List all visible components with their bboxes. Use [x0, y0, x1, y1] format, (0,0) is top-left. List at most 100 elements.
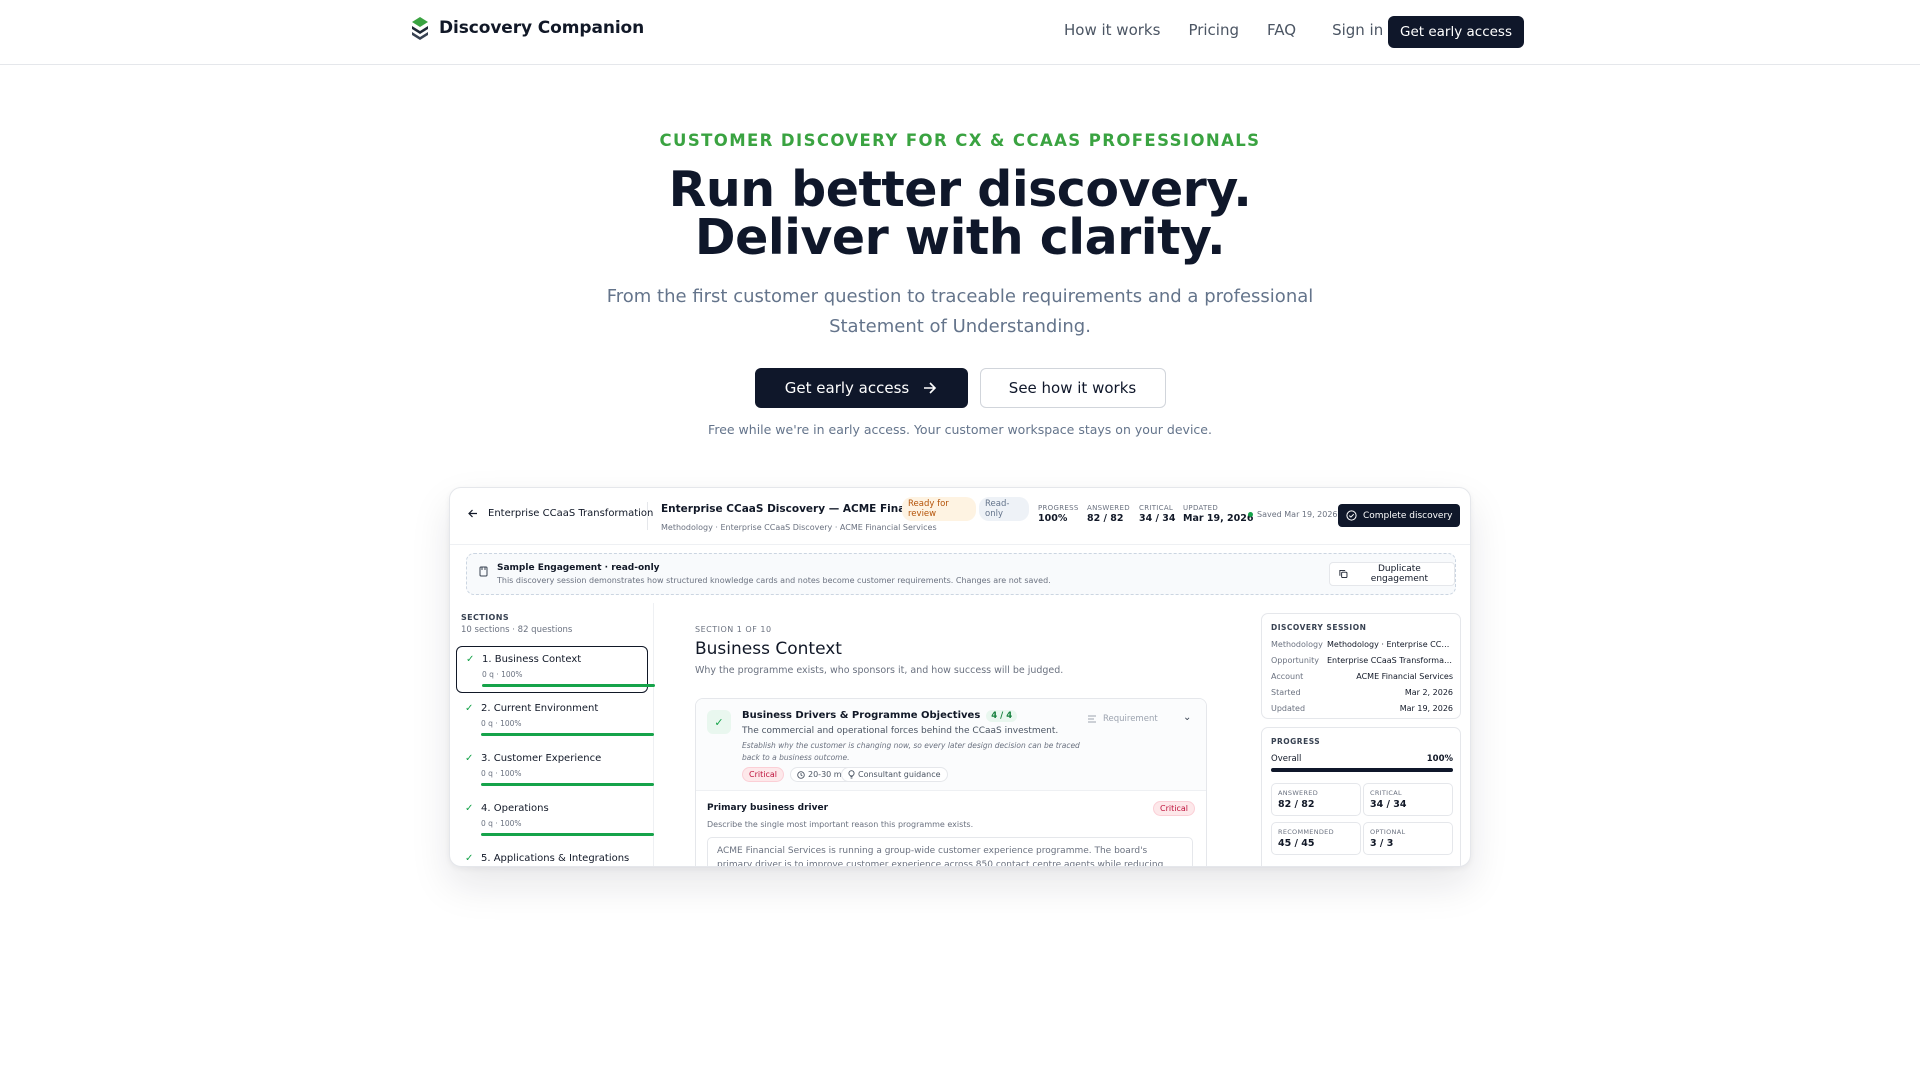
- back-label: Enterprise CCaaS Transformation: [488, 508, 654, 519]
- stat-progress: PROGRESS 100%: [1038, 504, 1079, 524]
- chevron-down-icon[interactable]: ⌄: [1183, 712, 1191, 723]
- row-value: Methodology · Enterprise CCaaS Discovery: [1327, 640, 1453, 649]
- tile-optional: OPTIONAL 3 / 3: [1363, 822, 1453, 855]
- tile-label: RECOMMENDED: [1278, 828, 1334, 836]
- section-progress-bar: [481, 833, 654, 836]
- section-name: 1. Business Context: [482, 654, 582, 665]
- discovery-session-heading: DISCOVERY SESSION: [1271, 623, 1367, 632]
- section-meta: 0 q · 100%: [481, 719, 522, 728]
- hero-headline: Run better discovery. Deliver with clari…: [0, 165, 1920, 262]
- tile-value: 3 / 3: [1370, 838, 1394, 849]
- nav-links: How it works Pricing FAQ Sign in: [1064, 21, 1405, 39]
- section-progress-bar: [481, 783, 654, 786]
- overall-progress-bar: [1271, 768, 1453, 772]
- stat-updated: UPDATED Mar 19, 2026: [1183, 504, 1253, 524]
- section-name: 5. Applications & Integrations: [481, 853, 630, 864]
- tile-label: OPTIONAL: [1370, 828, 1406, 836]
- read-only-pill: Read-only: [979, 497, 1029, 521]
- row-value: Enterprise CCaaS Transformation: [1327, 656, 1453, 665]
- section-description: Why the programme exists, who sponsors i…: [695, 665, 1064, 676]
- saved-indicator: Saved Mar 19, 2026: [1248, 510, 1338, 519]
- copy-icon: [1339, 570, 1348, 578]
- check-icon: ✓: [465, 803, 474, 814]
- complete-discovery-button[interactable]: Complete discovery: [1338, 504, 1461, 527]
- sidebar-item-current-environment[interactable]: ✓ 2. Current Environment 0 q · 100%: [456, 696, 654, 743]
- check-icon: ✓: [466, 654, 475, 665]
- knowledge-card: ✓ Business Drivers & Programme Objective…: [695, 698, 1207, 866]
- tile-label: CRITICAL: [1370, 789, 1402, 797]
- requirement-label: Requirement: [1103, 714, 1158, 724]
- nav-get-early-access-button[interactable]: Get early access: [1388, 16, 1525, 48]
- duplicate-engagement-button[interactable]: Duplicate engagement: [1329, 562, 1455, 586]
- session-subtitle: Methodology · Enterprise CCaaS Discovery…: [661, 523, 937, 532]
- sidebar-item-business-context[interactable]: ✓ 1. Business Context 0 q · 100%: [456, 646, 655, 693]
- section-progress-bar: [481, 733, 654, 736]
- nav-link-how-it-works[interactable]: How it works: [1064, 21, 1160, 39]
- stat-label: CRITICAL: [1139, 504, 1174, 512]
- session-row-opportunity: Opportunity Enterprise CCaaS Transformati…: [1271, 656, 1453, 665]
- tile-value: 34 / 34: [1370, 799, 1407, 810]
- section-name: 4. Operations: [481, 803, 549, 814]
- row-key: Updated: [1271, 704, 1306, 713]
- question-answer-field[interactable]: ACME Financial Services is running a gro…: [707, 837, 1193, 866]
- hero-eyebrow: CUSTOMER DISCOVERY FOR CX & CCAAS PROFES…: [659, 131, 1261, 150]
- saved-text: Saved Mar 19, 2026: [1257, 510, 1338, 519]
- progress-heading: PROGRESS: [1271, 737, 1321, 746]
- app-preview-window: Enterprise CCaaS Transformation Enterpri…: [449, 487, 1471, 867]
- nav-link-pricing[interactable]: Pricing: [1188, 21, 1239, 39]
- sections-heading: SECTIONS: [461, 613, 509, 622]
- knowledge-card-description: The commercial and operational forces be…: [742, 726, 1059, 736]
- stat-label: ANSWERED: [1087, 504, 1130, 512]
- consultant-guidance-tag[interactable]: Consultant guidance: [841, 767, 948, 782]
- sidebar-item-operations[interactable]: ✓ 4. Operations 0 q · 100%: [456, 796, 654, 843]
- check-circle-icon: [1346, 510, 1357, 521]
- overall-value: 100%: [1426, 754, 1453, 764]
- back-to-engagement-link[interactable]: Enterprise CCaaS Transformation: [468, 508, 653, 519]
- knowledge-card-header[interactable]: ✓ Business Drivers & Programme Objective…: [696, 699, 1206, 791]
- session-row-account: Account ACME Financial Services: [1271, 672, 1453, 681]
- tile-critical: CRITICAL 34 / 34: [1363, 783, 1453, 816]
- session-row-updated: Updated Mar 19, 2026: [1271, 704, 1453, 713]
- stat-value: 82 / 82: [1087, 513, 1124, 524]
- hero-primary-cta-label: Get early access: [784, 379, 910, 397]
- check-icon: ✓: [465, 753, 474, 764]
- overall-progress-row: Overall 100%: [1271, 754, 1453, 764]
- status-pill-ready-for-review: Ready for review: [902, 497, 976, 521]
- requirement-toggle[interactable]: Requirement: [1087, 714, 1158, 724]
- see-how-it-works-button[interactable]: See how it works: [979, 368, 1166, 408]
- brand-home-link[interactable]: Discovery Companion: [411, 16, 644, 40]
- saved-dot-icon: [1248, 512, 1253, 517]
- knowledge-card-title: Business Drivers & Programme Objectives 4…: [742, 710, 1018, 722]
- nav-link-faq[interactable]: FAQ: [1267, 21, 1296, 39]
- sections-sidebar: SECTIONS 10 sections · 82 questions ✓ 1.…: [450, 603, 655, 866]
- headline-line-2: Deliver with clarity.: [694, 209, 1226, 266]
- check-icon: ✓: [465, 703, 474, 714]
- stat-value: Mar 19, 2026: [1183, 513, 1254, 524]
- row-value: Mar 2, 2026: [1404, 688, 1453, 697]
- section-main-content: SECTION 1 OF 10 Business Context Why the…: [655, 603, 1247, 866]
- row-key: Account: [1271, 672, 1304, 681]
- critical-tag: Critical: [742, 767, 784, 782]
- tile-value: 82 / 82: [1278, 799, 1315, 810]
- top-navigation: Discovery Companion How it works Pricing…: [0, 0, 1920, 65]
- sidebar-item-customer-experience[interactable]: ✓ 3. Customer Experience 0 q · 100%: [456, 746, 654, 793]
- stat-answered: ANSWERED 82 / 82: [1087, 504, 1130, 524]
- hero-subheadline: From the first customer question to trac…: [606, 286, 1314, 337]
- hero-actions: Get early access See how it works: [0, 368, 1920, 408]
- sidebar-item-applications-integrations[interactable]: ✓ 5. Applications & Integrations: [456, 846, 648, 866]
- row-key: Started: [1271, 688, 1301, 697]
- session-row-started: Started Mar 2, 2026: [1271, 688, 1453, 697]
- stat-critical: CRITICAL 34 / 34: [1139, 504, 1176, 524]
- stat-value: 34 / 34: [1139, 513, 1176, 524]
- overall-label: Overall: [1271, 754, 1302, 764]
- hero-get-early-access-button[interactable]: Get early access: [754, 368, 968, 408]
- section-name: 3. Customer Experience: [481, 753, 602, 764]
- tile-label: ANSWERED: [1278, 789, 1318, 797]
- banner-title: Sample Engagement · read-only: [497, 563, 660, 573]
- tile-value: 45 / 45: [1278, 838, 1315, 849]
- guidance-text: Consultant guidance: [858, 770, 941, 779]
- sign-in-link[interactable]: Sign in: [1332, 21, 1383, 39]
- arrow-left-icon: [468, 509, 477, 518]
- section-title: Business Context: [695, 639, 842, 659]
- stacked-layers-logo-icon: [412, 17, 428, 40]
